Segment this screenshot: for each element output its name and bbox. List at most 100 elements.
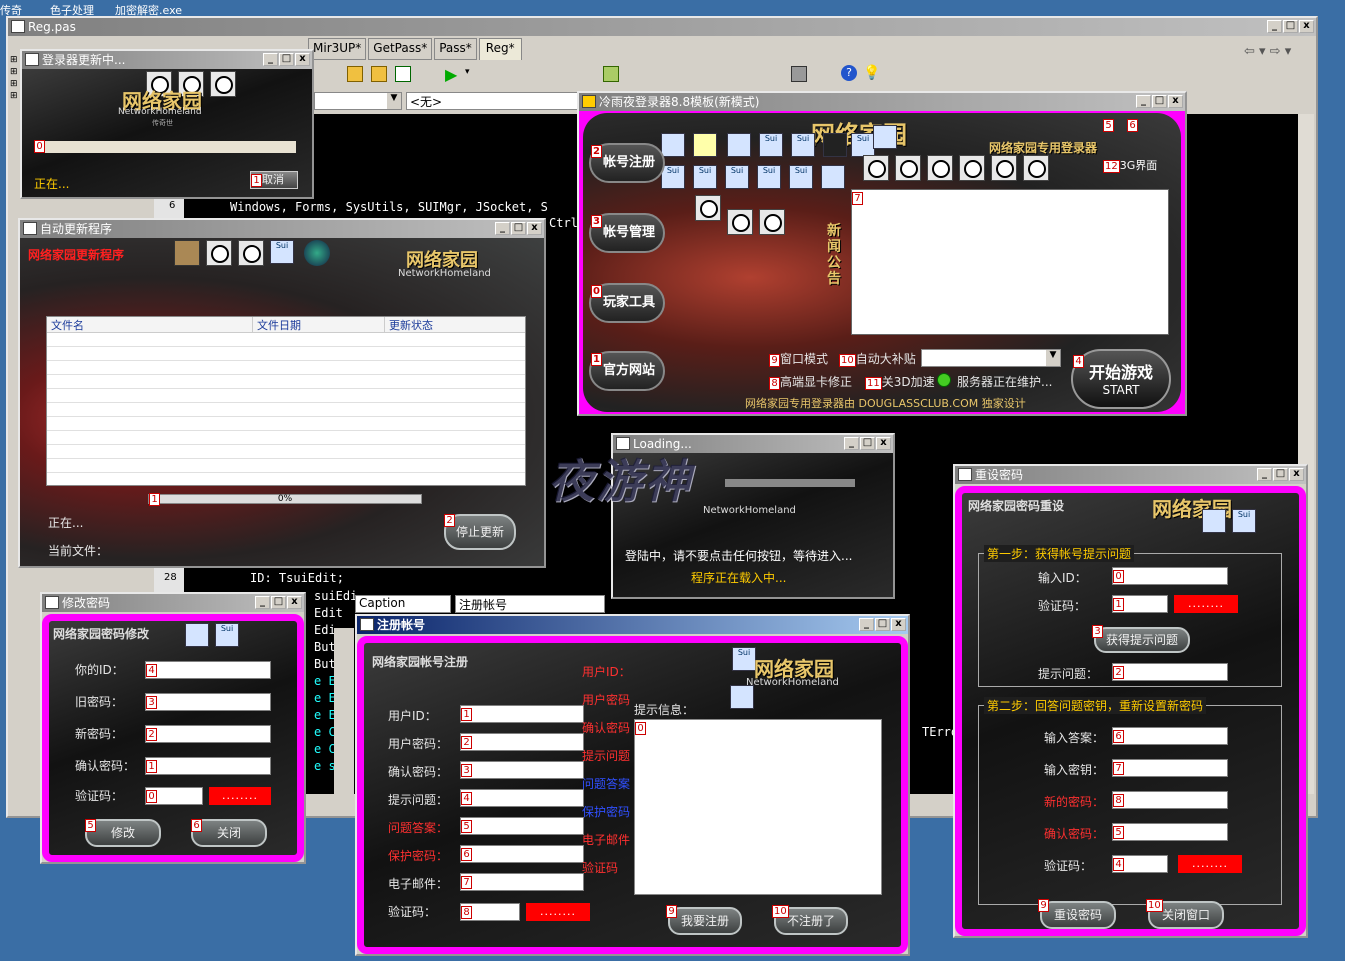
close-button[interactable]: x	[287, 596, 302, 609]
opt-hd-fix[interactable]: 8 高端显卡修正	[769, 373, 852, 390]
col-status[interactable]: 更新状态	[385, 317, 525, 332]
protect-password-input[interactable]: 6	[460, 845, 584, 863]
open-icon[interactable]	[347, 66, 363, 82]
opt-window-mode[interactable]: 9 窗口模式	[769, 350, 828, 367]
timer-icon	[991, 155, 1017, 181]
confirm-password-input[interactable]: 1	[145, 757, 271, 775]
sui-icon: Sui	[693, 165, 717, 189]
key-input[interactable]: 7	[1112, 759, 1228, 777]
tip-icon[interactable]: 💡	[863, 65, 880, 81]
captcha2-input[interactable]: 4	[1112, 855, 1168, 873]
tab-mir3up[interactable]: Mir3UP*	[308, 38, 367, 60]
old-password-input[interactable]: 3	[145, 693, 271, 711]
nav-website-button[interactable]: 1 官方网站	[589, 351, 665, 391]
reset-button[interactable]: 9 重设密码	[1038, 899, 1116, 929]
maximize-button[interactable]: □	[279, 53, 294, 66]
password-input[interactable]: 2	[460, 733, 584, 751]
captcha-image[interactable]: ........	[526, 903, 590, 921]
minimize-button[interactable]: _	[1267, 20, 1282, 33]
close-button[interactable]: x	[891, 618, 906, 631]
info-textarea[interactable]: 0	[634, 719, 882, 895]
start-game-button[interactable]: 4 开始游戏 START	[1071, 349, 1171, 409]
tab-pass[interactable]: Pass*	[434, 38, 477, 60]
cancel-register-button[interactable]: 10 不注册了	[772, 905, 848, 935]
close-window-button[interactable]: 10 关闭窗口	[1146, 899, 1224, 929]
maximize-button[interactable]: □	[875, 618, 890, 631]
close-dialog-button[interactable]: 6 关闭	[191, 819, 267, 847]
property-value[interactable]: 注册帐号	[455, 595, 605, 613]
confirm-password-input[interactable]: 5	[1112, 823, 1228, 841]
answer-input[interactable]: 5	[460, 817, 584, 835]
launcher-window: 冷雨夜登录器8.8模板(新模式) _□x 网络家园 网络家园专用登录器 5 6 …	[577, 91, 1187, 416]
component-palette[interactable]	[334, 628, 354, 816]
captcha1-input[interactable]: 1	[1112, 595, 1168, 613]
nav-back-forward[interactable]: ⇦ ▾ ⇨ ▾	[1244, 44, 1291, 59]
answer-input[interactable]: 6	[1112, 727, 1228, 745]
email-input[interactable]: 7	[460, 873, 584, 891]
save-icon[interactable]	[371, 66, 387, 82]
chevron-down-icon[interactable]: ▼	[387, 93, 401, 109]
captcha2-image[interactable]: ........	[1178, 855, 1242, 873]
help-icon[interactable]: ?	[841, 65, 857, 81]
modify-button[interactable]: 5 修改	[85, 819, 161, 847]
opt-disable-3d[interactable]: 11 关3D加速	[865, 373, 935, 390]
close-button[interactable]: x	[1299, 20, 1314, 33]
submit-register-button[interactable]: 9 我要注册	[666, 905, 742, 935]
run-dropdown-icon[interactable]: ▾	[465, 67, 470, 77]
close-button[interactable]: x	[527, 222, 542, 235]
close-button[interactable]: x	[1168, 95, 1183, 108]
minimize-button[interactable]: _	[844, 437, 859, 450]
component-icon[interactable]	[603, 66, 619, 82]
nav-account-button[interactable]: 3 帐号管理	[589, 213, 665, 253]
minimize-button[interactable]: _	[859, 618, 874, 631]
captcha1-image[interactable]: ........	[1174, 595, 1238, 613]
user-id-input[interactable]: 1	[460, 705, 584, 723]
get-hint-button[interactable]: 3 获得提示问题	[1092, 625, 1190, 653]
ui-3g-toggle[interactable]: 12 3G界面	[1103, 157, 1157, 173]
nav-register-button[interactable]: 2 帐号注册	[589, 143, 665, 183]
class-combo[interactable]: ▼	[314, 92, 402, 110]
server-select[interactable]: ▼	[921, 349, 1061, 367]
method-combo[interactable]: <无>	[406, 92, 584, 110]
run-icon[interactable]: ▶	[445, 65, 457, 84]
close-button[interactable]: x	[295, 53, 310, 66]
question-input[interactable]: 4	[460, 789, 584, 807]
tab-reg[interactable]: Reg*	[478, 38, 522, 60]
news-panel[interactable]: 7	[851, 189, 1169, 335]
maximize-button[interactable]: □	[1273, 468, 1288, 481]
check-icon[interactable]	[395, 66, 411, 82]
reset-id-input[interactable]: 0	[1112, 567, 1228, 585]
captcha-image[interactable]: ........	[209, 787, 271, 805]
stop-update-button[interactable]: 2 停止更新	[444, 514, 516, 550]
cancel-button[interactable]: 1 取消	[250, 171, 298, 189]
new-password-input[interactable]: 8	[1112, 791, 1228, 809]
stop-icon[interactable]	[791, 66, 807, 82]
maximize-button[interactable]: □	[860, 437, 875, 450]
user-id-input[interactable]: 4	[145, 661, 271, 679]
tab-getpass[interactable]: GetPass*	[368, 38, 433, 60]
minimize-button[interactable]: _	[1136, 95, 1151, 108]
col-filedate[interactable]: 文件日期	[253, 317, 385, 332]
chevron-down-icon[interactable]: ▼	[1046, 350, 1060, 366]
maximize-button[interactable]: □	[1152, 95, 1167, 108]
minimize-button[interactable]: _	[263, 53, 278, 66]
captcha-input[interactable]: 8	[460, 903, 520, 921]
minimize-button[interactable]: _	[495, 222, 510, 235]
maximize-button[interactable]: □	[1283, 20, 1298, 33]
property-combo[interactable]: Caption	[355, 595, 451, 613]
minimize-button[interactable]: _	[255, 596, 270, 609]
close-button[interactable]: x	[1289, 468, 1304, 481]
maximize-button[interactable]: □	[511, 222, 526, 235]
close-button[interactable]: x	[876, 437, 891, 450]
minimize-button[interactable]: _	[1257, 468, 1272, 481]
new-password-input[interactable]: 2	[145, 725, 271, 743]
file-list[interactable]: 文件名 文件日期 更新状态	[46, 316, 526, 486]
captcha-input[interactable]: 0	[145, 787, 203, 805]
nav-tools-button[interactable]: 0 玩家工具	[589, 283, 665, 323]
col-filename[interactable]: 文件名	[47, 317, 253, 332]
maximize-button[interactable]: □	[271, 596, 286, 609]
confirm-password-input[interactable]: 3	[460, 761, 584, 779]
button-label: 修改	[110, 826, 135, 840]
opt-auto-refill[interactable]: 10 自动大补贴	[839, 350, 916, 367]
question-output[interactable]: 2	[1112, 663, 1228, 681]
